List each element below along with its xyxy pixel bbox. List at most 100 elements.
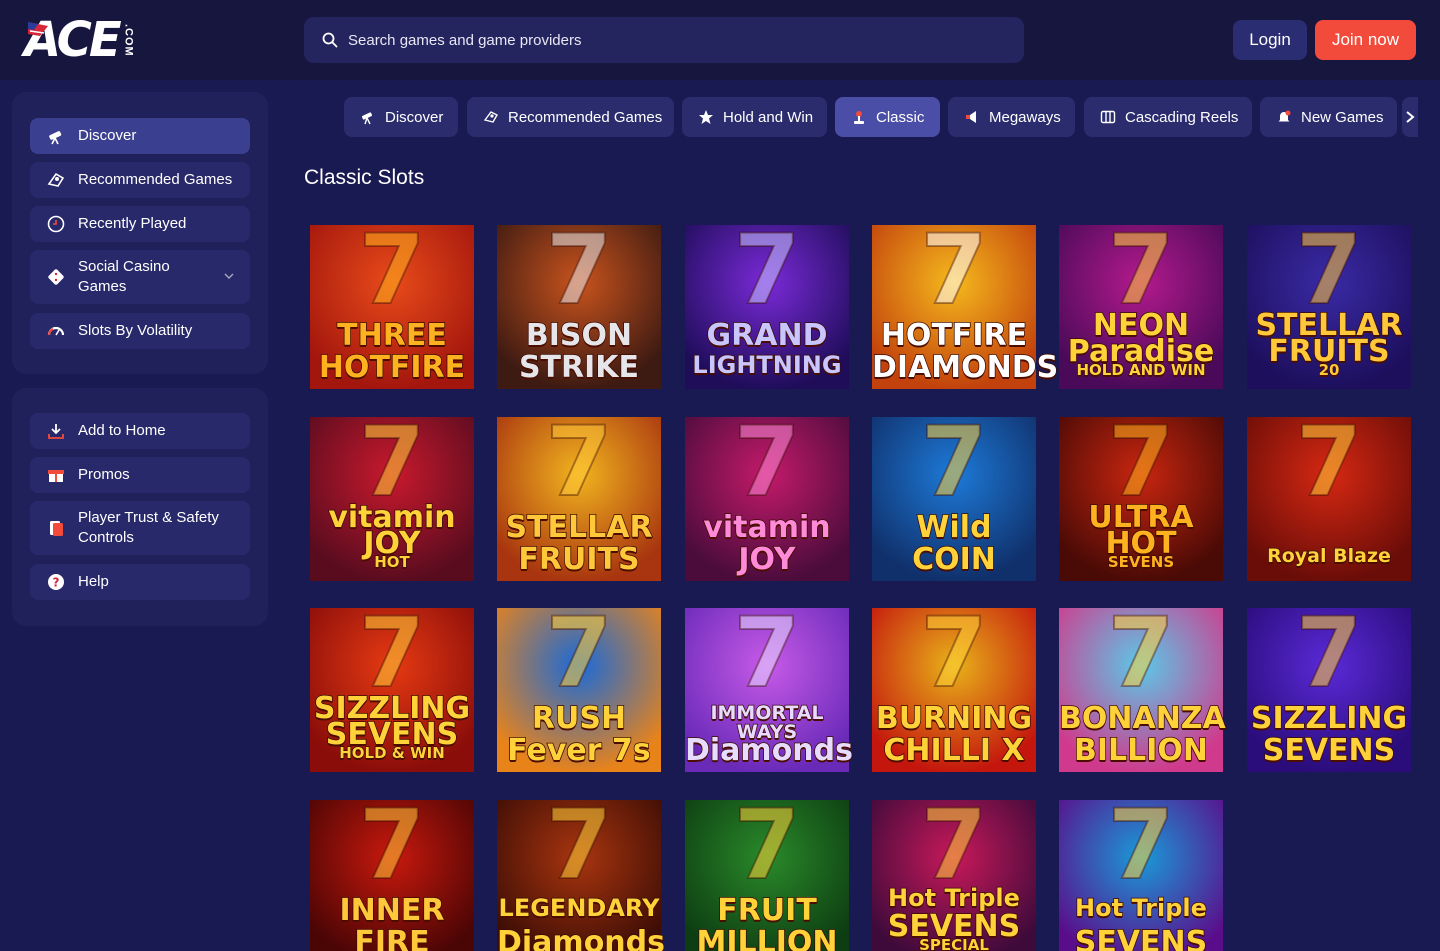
tab-classic[interactable]: Classic <box>835 97 940 137</box>
game-title: HOLD & WIN <box>338 744 445 762</box>
sidebar-item-promos[interactable]: Promos <box>30 457 250 493</box>
game-tile[interactable]: 7 FRUIT MILLION <box>685 788 849 951</box>
flag-icon <box>28 22 48 36</box>
svg-text:?: ? <box>53 576 60 590</box>
tabs-next-button[interactable] <box>1402 97 1418 137</box>
chevron-down-icon[interactable] <box>224 271 234 281</box>
sidebar-primary-panel: Discover Recommended Games Recently Play… <box>12 92 268 374</box>
sidebar-item-recommended[interactable]: Recommended Games <box>30 162 250 198</box>
game-title: Diamonds <box>684 733 854 768</box>
game-title: vitamin <box>703 510 832 545</box>
game-tile[interactable]: 7 Royal Blaze <box>1247 405 1411 581</box>
game-tile[interactable]: 7 SIZZLING SEVENS HOLD & WIN <box>310 596 474 772</box>
game-tile[interactable]: 7 BISON STRIKE <box>497 213 661 389</box>
game-tile[interactable]: 7 SIZZLING SEVENS <box>1247 596 1411 772</box>
game-tile[interactable]: 7 LEGENDARY Diamonds <box>496 788 666 951</box>
tab-label: New Games <box>1301 108 1384 126</box>
game-tile[interactable]: 7 vitamin JOY HOT <box>310 405 474 581</box>
joystick-icon <box>854 111 864 124</box>
sidebar-secondary-panel: Add to Home Promos Player Trust & Safety… <box>12 388 268 626</box>
game-title: GRAND <box>706 318 828 353</box>
section-title: Classic Slots <box>304 166 425 189</box>
sidebar-item-help[interactable]: ? Help <box>30 564 250 600</box>
sidebar-item-label: Add to Home <box>78 422 166 439</box>
search-input[interactable]: Search games and game providers <box>348 32 581 49</box>
help-icon: ? <box>48 574 64 590</box>
game-tile[interactable]: 7 BONANZA BILLION <box>1058 596 1227 772</box>
search-bar[interactable]: Search games and game providers <box>304 17 1024 63</box>
tab-cascading-reels[interactable]: Cascading Reels <box>1084 97 1252 137</box>
sidebar-item-label: Social Casino Games <box>78 258 170 295</box>
clock-icon <box>47 215 65 233</box>
game-title: FRUIT <box>716 893 817 928</box>
game-tile[interactable]: 7 IMMORTAL WAYS Diamonds <box>684 596 854 772</box>
game-title: MILLION <box>696 925 839 951</box>
game-title: LEGENDARY <box>498 894 660 922</box>
game-title: Royal Blaze <box>1266 545 1391 567</box>
tab-label: Discover <box>385 108 444 126</box>
tab-new-games[interactable]: New Games <box>1260 97 1397 137</box>
game-tile[interactable]: 7 ULTRA HOT SEVENS <box>1059 405 1223 581</box>
game-title: Hot Triple <box>887 884 1020 912</box>
cards-icon <box>50 521 63 536</box>
game-title: HOTFIRE <box>880 318 1028 353</box>
logo-suffix: .COM <box>122 23 135 57</box>
bell-icon <box>1278 110 1291 122</box>
site-logo[interactable]: ACE .COM <box>24 16 164 64</box>
game-title: HOTFIRE <box>318 350 466 385</box>
game-title: Wild <box>916 510 993 545</box>
game-tile[interactable]: 7 HOTFIRE DIAMONDS <box>871 213 1059 389</box>
sidebar-item-player-trust[interactable]: Player Trust & Safety Controls <box>30 501 250 555</box>
sidebar-item-label: Recently Played <box>78 215 187 232</box>
tab-recommended-games[interactable]: Recommended Games <box>467 97 674 137</box>
tab-hold-and-win[interactable]: Hold and Win <box>682 97 827 137</box>
game-tile[interactable]: 7 STELLAR FRUITS <box>497 405 661 581</box>
tab-label: Classic <box>876 108 925 126</box>
join-now-button[interactable]: Join now <box>1315 20 1416 60</box>
top-header: ACE .COM Search games and game providers… <box>0 0 1440 80</box>
game-title: HOLD AND WIN <box>1076 361 1207 379</box>
game-title: DIAMONDS <box>871 350 1059 385</box>
megaphone-icon <box>966 111 976 123</box>
sidebar-item-recently-played[interactable]: Recently Played <box>30 206 250 242</box>
game-tile[interactable]: 7 Wild COIN <box>872 405 1036 581</box>
tab-discover[interactable]: Discover <box>344 97 458 137</box>
sidebar-item-label: Discover <box>78 127 137 144</box>
game-tile[interactable]: 7 Hot Triple SEVENS SPECIAL <box>872 788 1036 951</box>
tab-megaways[interactable]: Megaways <box>948 97 1075 137</box>
tab-label: Megaways <box>989 108 1061 126</box>
game-title: STRIKE <box>518 350 640 385</box>
sidebar-item-add-to-home[interactable]: Add to Home <box>30 413 250 449</box>
game-title: BILLION <box>1073 733 1209 768</box>
star-icon <box>699 110 713 124</box>
sidebar-item-social-casino[interactable]: Social Casino Games <box>30 250 250 304</box>
game-title: SEVENS <box>1107 553 1175 571</box>
game-title: BURNING <box>875 701 1033 736</box>
sidebar-item-label: Slots By Volatility <box>78 322 193 339</box>
sidebar-item-discover[interactable]: Discover <box>30 118 250 154</box>
telescope-icon <box>49 131 62 145</box>
game-tile[interactable]: 7 RUSH Fever 7s <box>497 596 661 772</box>
game-title: COIN <box>911 542 996 577</box>
search-icon <box>322 32 338 48</box>
game-tile[interactable]: 7 STELLAR FRUITS 20 <box>1247 213 1411 389</box>
dice-icon <box>48 269 64 285</box>
game-tile[interactable]: 7 GRAND LIGHTNING <box>685 213 849 389</box>
recommended-icon <box>47 172 65 187</box>
game-tile[interactable]: 7 INNER FIRE <box>310 788 474 951</box>
telescope-icon <box>361 112 373 125</box>
game-title: SEVENS <box>1262 733 1396 768</box>
game-title: LIGHTNING <box>692 351 843 379</box>
game-title: THREE <box>336 318 447 353</box>
game-tile[interactable]: 7 BURNING CHILLI X <box>872 596 1036 772</box>
game-title: SEVENS <box>1074 925 1208 951</box>
login-button[interactable]: Login <box>1233 20 1307 60</box>
recommended-icon <box>483 111 498 123</box>
game-tile[interactable]: 7 vitamin JOY <box>685 405 849 581</box>
game-tile[interactable]: 7 Hot Triple SEVENS <box>1059 788 1223 951</box>
game-title: 20 <box>1318 361 1340 379</box>
sidebar-item-slots-volatility[interactable]: Slots By Volatility <box>30 313 250 349</box>
game-tile[interactable]: 7 NEON Paradise HOLD AND WIN <box>1059 213 1223 389</box>
game-tile[interactable]: 7 THREE HOTFIRE <box>310 213 474 389</box>
game-title: BISON <box>525 318 633 353</box>
